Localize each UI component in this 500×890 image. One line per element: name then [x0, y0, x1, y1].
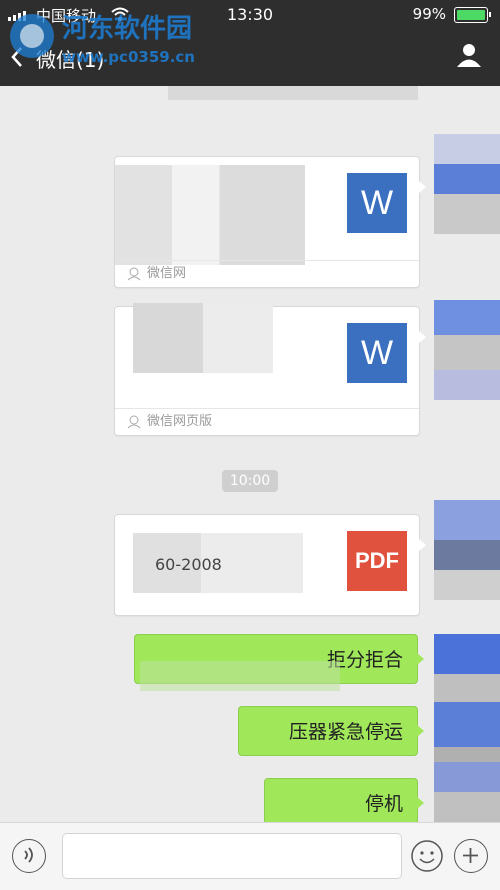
- wechat-web-icon: [127, 415, 141, 429]
- footer-label: 微信网: [147, 266, 187, 281]
- message-text: 压器紧急停运: [288, 721, 403, 743]
- voice-button[interactable]: [12, 839, 46, 873]
- avatar[interactable]: [434, 500, 500, 600]
- pdf-file-icon: PDF: [347, 531, 407, 591]
- battery-icon: [454, 7, 491, 23]
- time-separator: 10:00: [222, 470, 278, 492]
- chat-area[interactable]: W 微信网 W 微信网页版 10:00 60-2008 PDF 拒分拒合 压器紧…: [0, 86, 500, 828]
- text-message[interactable]: 压器紧急停运: [238, 706, 424, 756]
- watermark-url: www.pc0359.cn: [62, 48, 195, 66]
- blurred-file-name: [115, 165, 305, 265]
- word-file-icon: W: [347, 173, 407, 233]
- emoji-icon: [411, 840, 443, 872]
- card-footer: 微信网页版: [115, 408, 419, 435]
- input-bar: [0, 822, 500, 890]
- watermark-text: 河东软件园: [62, 14, 193, 44]
- person-icon[interactable]: [456, 42, 482, 68]
- text-message[interactable]: 停机: [264, 778, 424, 828]
- blurred-region: [140, 661, 340, 691]
- watermark-logo-icon: [10, 14, 54, 58]
- blurred-region: [168, 86, 418, 100]
- card-footer: 微信网: [115, 260, 419, 287]
- message-text: 停机: [364, 793, 403, 815]
- word-file-icon: W: [347, 323, 407, 383]
- emoji-button[interactable]: [410, 839, 444, 873]
- file-message[interactable]: W 微信网页版: [114, 303, 426, 436]
- avatar[interactable]: [434, 300, 500, 400]
- avatar[interactable]: [434, 134, 500, 234]
- voice-icon: [24, 847, 33, 863]
- file-message[interactable]: W 微信网: [114, 156, 426, 288]
- wechat-web-icon: [127, 267, 141, 281]
- more-button[interactable]: [454, 839, 488, 873]
- plus-icon: [463, 848, 478, 863]
- footer-label: 微信网页版: [147, 414, 213, 429]
- avatar[interactable]: [434, 762, 500, 822]
- blurred-file-name: [133, 303, 273, 373]
- message-input[interactable]: [62, 833, 402, 879]
- file-message[interactable]: 60-2008 PDF: [114, 514, 426, 616]
- battery-percent: 99%: [412, 5, 446, 23]
- file-name-partial: 60-2008: [155, 555, 222, 574]
